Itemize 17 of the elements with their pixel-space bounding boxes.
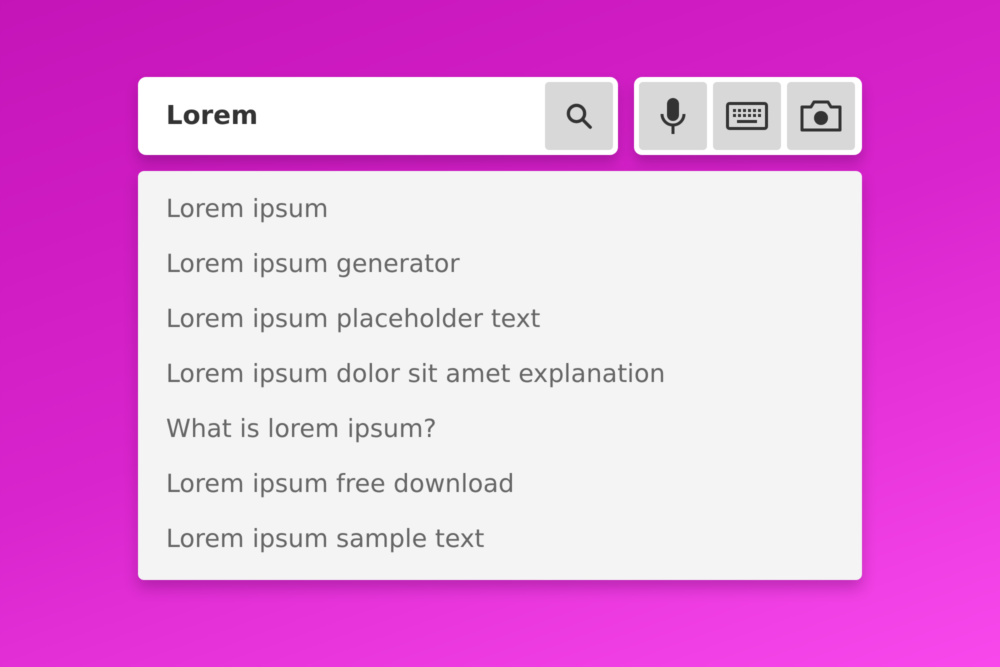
suggestion-item[interactable]: Lorem ipsum <box>166 181 834 236</box>
search-button[interactable] <box>545 82 613 150</box>
suggestion-item[interactable]: What is lorem ipsum? <box>166 401 834 456</box>
search-field[interactable]: Lorem <box>138 77 618 155</box>
suggestion-item[interactable]: Lorem ipsum free download <box>166 456 834 511</box>
keyboard-icon <box>726 102 768 130</box>
microphone-button[interactable] <box>639 82 707 150</box>
keyboard-button[interactable] <box>713 82 781 150</box>
suggestion-item[interactable]: Lorem ipsum sample text <box>166 511 834 566</box>
camera-button[interactable] <box>787 82 855 150</box>
camera-icon <box>799 100 843 132</box>
search-input[interactable]: Lorem <box>166 96 545 136</box>
suggestion-item[interactable]: Lorem ipsum dolor sit amet explanation <box>166 346 834 401</box>
suggestion-item[interactable]: Lorem ipsum placeholder text <box>166 291 834 346</box>
search-icon <box>564 101 594 131</box>
suggestion-item[interactable]: Lorem ipsum generator <box>166 236 834 291</box>
microphone-icon <box>659 97 687 135</box>
